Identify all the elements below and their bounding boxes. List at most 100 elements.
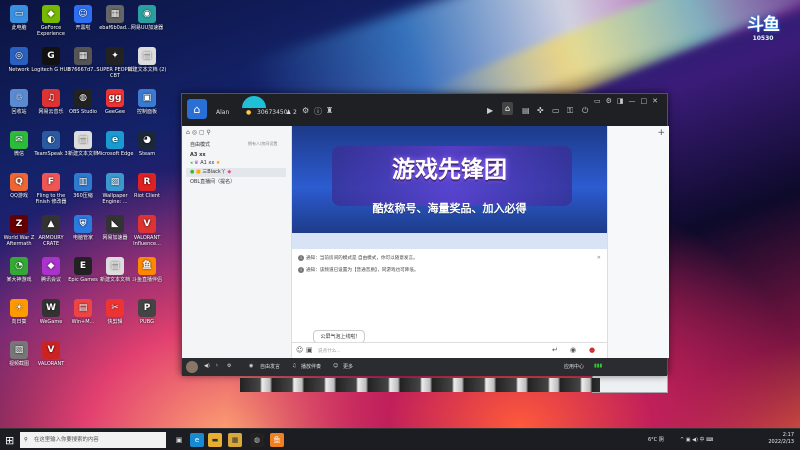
list-icon[interactable]: ▤ bbox=[522, 106, 530, 115]
id-badge-icon: ● bbox=[246, 109, 252, 116]
gamepad-icon[interactable]: ✜ bbox=[537, 106, 544, 115]
room-settings-link[interactable]: 拥有人/房间设置 bbox=[248, 141, 277, 147]
window-title: Alan bbox=[216, 109, 230, 116]
desktop-icon-label: 新建文本文档 (2) bbox=[127, 67, 167, 73]
channel-sidebar: ⌂ ◎ ▢ ⚲ 自由模式 拥有人/房间设置 A3 xx ◂ ♛ A1 xx ★ … bbox=[182, 126, 292, 358]
app-icon: ▲ bbox=[42, 215, 60, 233]
user-row-1[interactable]: ◂ ♛ A1 xx ★ bbox=[190, 160, 286, 168]
room-footer-label[interactable]: OBL直播间（提名） bbox=[190, 178, 235, 185]
banner-subtitle: 酷炫称号、海量奖品、加入必得 bbox=[372, 202, 527, 215]
desktop-icon-label: VALORANT bbox=[37, 361, 65, 367]
self-avatar[interactable] bbox=[186, 361, 198, 373]
app-icon: 鱼 bbox=[138, 257, 156, 275]
app-icon-2[interactable]: ◍ bbox=[250, 433, 264, 447]
tray-icons[interactable]: ^ ▣ ◀) 中 ⌨ bbox=[680, 436, 713, 443]
home-tab-icon[interactable]: ⌂ bbox=[502, 102, 514, 115]
notice-icon: i bbox=[298, 255, 304, 261]
user-count: 2 bbox=[293, 109, 297, 116]
user-name-2: 三Black丫 bbox=[202, 169, 226, 175]
member-icon: ♛ bbox=[194, 160, 199, 166]
add-icon[interactable]: + bbox=[657, 128, 665, 138]
mode-label[interactable]: 自由模式 bbox=[190, 141, 210, 148]
shirt-icon[interactable]: ♜ bbox=[326, 106, 333, 115]
free-talk-label[interactable]: 自由发言 bbox=[260, 363, 280, 370]
music-label[interactable]: 播放伴奏 bbox=[301, 363, 321, 370]
video-icon[interactable]: ▶ bbox=[487, 106, 493, 115]
desktop-icon-label: 控制面板 bbox=[136, 109, 157, 115]
music-icon[interactable]: ♫ bbox=[292, 363, 296, 369]
channel-group[interactable]: A3 xx bbox=[190, 152, 206, 158]
task-view-icon[interactable]: ▣ bbox=[172, 433, 186, 447]
windows-start-icon[interactable]: ⊞ bbox=[5, 434, 14, 447]
image-icon[interactable]: ▣ bbox=[306, 346, 313, 354]
sidebar-toolbar-icons[interactable]: ⌂ ◎ ▢ ⚲ bbox=[186, 129, 211, 136]
app-icon: ☀ bbox=[10, 299, 28, 317]
file-explorer-icon[interactable]: ▬ bbox=[208, 433, 222, 447]
banner-title: 游戏先锋团 bbox=[392, 157, 507, 183]
monitor-icon[interactable]: ▭ bbox=[552, 106, 560, 115]
voice-controls-bar: ◀) ♮ ⚙ ◉ 自由发言 ♫ 播放伴奏 ☺ 更多 应用中心 ▮▮▮ bbox=[182, 358, 667, 376]
lock-icon[interactable]: ⚿ bbox=[567, 106, 573, 116]
desktop-icon[interactable]: 鱼斗鱼直播伴侣 bbox=[127, 257, 167, 283]
desktop-icon[interactable]: ▤ 新建文本文档 (2) bbox=[127, 47, 167, 73]
settings-icon[interactable]: ⚙ bbox=[302, 106, 309, 115]
mic-toggle-icon[interactable]: ♮ bbox=[216, 363, 218, 369]
desktop-icon[interactable]: R Riot Client bbox=[127, 173, 167, 199]
desktop-icon[interactable]: ◉ 网易UU加速器 bbox=[127, 5, 167, 31]
apps-label[interactable]: 应用中心 bbox=[564, 363, 584, 370]
message-input[interactable]: 说点什么... bbox=[318, 348, 341, 354]
message-input-bar[interactable]: ☺ ▣ 说点什么... ↵ ◉ ● bbox=[292, 342, 607, 358]
app-icon: ⛨ bbox=[74, 215, 92, 233]
desktop-icon[interactable]: V VALORANT Influence... bbox=[127, 215, 167, 247]
app-icon: ▤ bbox=[138, 47, 156, 65]
desktop-icon[interactable]: V VALORANT bbox=[31, 341, 71, 367]
clock[interactable]: 2:17 2022/2/13 bbox=[768, 432, 794, 446]
douyu-app-icon[interactable]: 鱼 bbox=[270, 433, 284, 447]
more-icon[interactable]: ☺ bbox=[333, 363, 338, 369]
time: 2:17 bbox=[782, 432, 794, 438]
home-icon[interactable]: ⌂ bbox=[187, 99, 207, 119]
mic-active-icon: ● bbox=[190, 169, 195, 175]
app-icon: G bbox=[42, 47, 60, 65]
title-bar: ⌂ Alan ● 30673450 ♟ 2 ⚙ ⓘ ♜ ▶ ⌂ ▤ ✜ ▭ ⚿ … bbox=[182, 94, 667, 126]
desktop-icon[interactable]: P PUBG bbox=[127, 299, 167, 325]
user-icon: ♟ bbox=[286, 109, 292, 116]
edge-icon[interactable]: e bbox=[190, 433, 204, 447]
close-notice-icon[interactable]: ✕ bbox=[597, 255, 601, 261]
app-icon: ▥ bbox=[74, 173, 92, 191]
event-banner[interactable]: 游戏先锋团 酷炫称号、海量奖品、加入必得 bbox=[292, 126, 607, 249]
speaker-volume-icon[interactable]: ◀) bbox=[204, 363, 210, 369]
app-icon: R bbox=[138, 173, 156, 191]
signal-icon: ▮▮▮ bbox=[594, 363, 603, 369]
app-icon: ◐ bbox=[42, 131, 60, 149]
douyu-logo: 斗鱼 bbox=[747, 15, 780, 35]
power-icon[interactable]: ⏻ bbox=[582, 106, 588, 116]
app-icon: ▣ bbox=[138, 89, 156, 107]
app-icon: ◆ bbox=[42, 257, 60, 275]
weather-status[interactable]: 6°C 阴 bbox=[648, 436, 664, 443]
search-input[interactable]: 在这里输入你要搜索的内容 bbox=[34, 437, 99, 443]
free-talk-icon[interactable]: ◉ bbox=[249, 363, 253, 369]
desktop-icon-label: 斗鱼直播伴侣 bbox=[131, 277, 162, 283]
mic-icon[interactable]: ● bbox=[589, 346, 595, 354]
vip-badge-icon: ◆ bbox=[227, 169, 232, 175]
desktop-icon[interactable]: ▣ 控制面板 bbox=[127, 89, 167, 115]
app-icon: ◕ bbox=[138, 131, 156, 149]
desktop-icon[interactable]: ◕ Steam bbox=[127, 131, 167, 157]
taskbar-search[interactable]: ⚲ 在这里输入你要搜索的内容 bbox=[20, 432, 166, 448]
chat-bubble-icon[interactable]: ◉ bbox=[570, 346, 576, 354]
douyu-watermark: 斗鱼 10530 bbox=[740, 10, 786, 42]
user-row-2[interactable]: ● ■ 三Black丫 ◆ bbox=[186, 168, 286, 177]
app-icon-1[interactable]: ▦ bbox=[228, 433, 242, 447]
send-icon[interactable]: ↵ bbox=[552, 346, 558, 354]
banner-strip bbox=[292, 233, 607, 249]
desktop-icon-label: 网易UU加速器 bbox=[130, 25, 164, 31]
more-label[interactable]: 更多 bbox=[343, 363, 353, 370]
desktop-icon-label: Steam bbox=[138, 151, 156, 157]
window-controls[interactable]: ▭⚙◨—□✕ bbox=[594, 97, 663, 105]
settings-small-icon[interactable]: ⚙ bbox=[227, 363, 231, 369]
info-icon[interactable]: ⓘ bbox=[314, 106, 322, 117]
app-icon: ♫ bbox=[42, 89, 60, 107]
avatar[interactable] bbox=[242, 96, 266, 108]
emoji-icon[interactable]: ☺ bbox=[296, 346, 303, 354]
